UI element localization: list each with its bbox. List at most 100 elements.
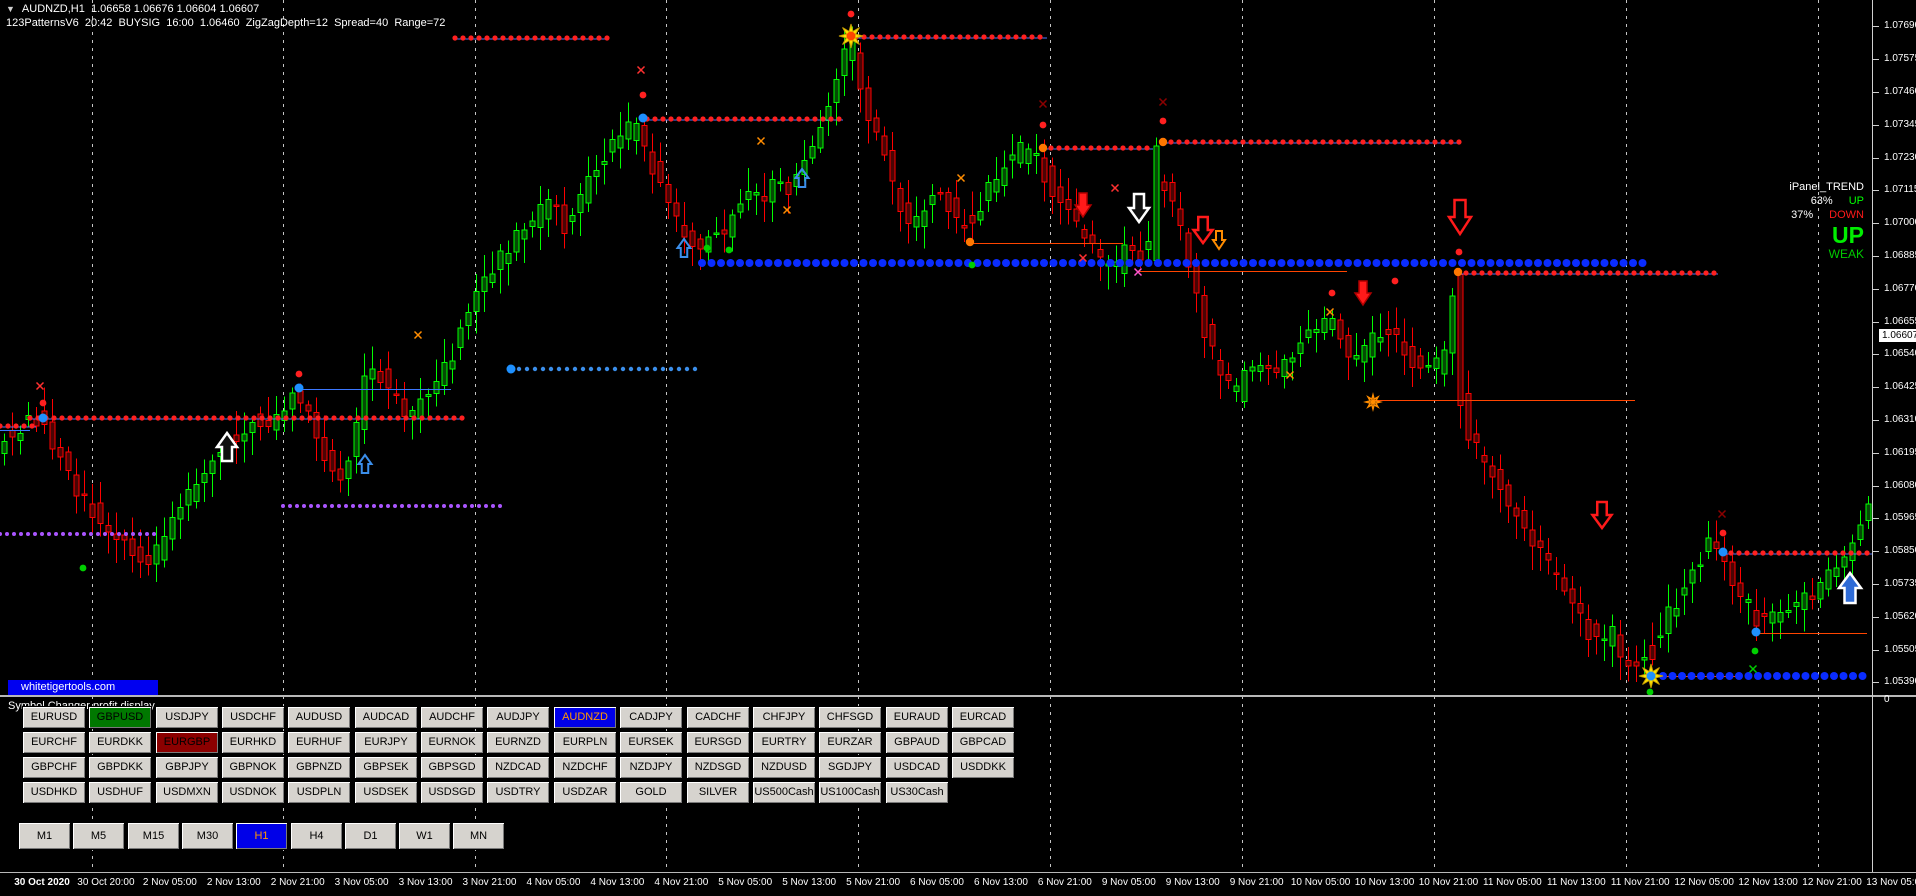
symbol-button-SGDJPY[interactable]: SGDJPY xyxy=(818,756,882,779)
symbol-button-EURPLN[interactable]: EURPLN xyxy=(553,731,617,754)
dotted-level-dot xyxy=(783,259,792,267)
timeframe-button-M5[interactable]: M5 xyxy=(72,822,125,850)
symbol-button-AUDCAD[interactable]: AUDCAD xyxy=(354,706,418,729)
dotted-level-dot xyxy=(323,415,329,421)
symbol-button-EURCHF[interactable]: EURCHF xyxy=(22,731,86,754)
dotted-level-dot xyxy=(395,415,401,421)
symbol-button-EURUSD[interactable]: EURUSD xyxy=(22,706,86,729)
symbol-button-NZDCHF[interactable]: NZDCHF xyxy=(553,756,617,779)
symbol-button-EURTRY[interactable]: EURTRY xyxy=(752,731,816,754)
symbol-button-US100Cash[interactable]: US100Cash xyxy=(818,781,882,804)
symbol-button-GOLD[interactable]: GOLD xyxy=(619,781,683,804)
symbol-button-US500Cash[interactable]: US500Cash xyxy=(752,781,816,804)
symbol-button-EURSEK[interactable]: EURSEK xyxy=(619,731,683,754)
time-axis-label: 11 Nov 13:00 xyxy=(1546,877,1606,888)
symbol-button-USDZAR[interactable]: USDZAR xyxy=(553,781,617,804)
dotted-level-dot xyxy=(152,532,156,536)
candle-body xyxy=(1257,365,1264,372)
symbol-button-SILVER[interactable]: SILVER xyxy=(686,781,750,804)
branding-label[interactable]: whitetigertools.com xyxy=(8,680,158,695)
dotted-level-dot xyxy=(1535,270,1541,276)
symbol-button-EURAUD[interactable]: EURAUD xyxy=(885,706,949,729)
symbol-button-GBPNOK[interactable]: GBPNOK xyxy=(221,756,285,779)
candle-body xyxy=(1625,660,1632,667)
symbol-button-US30Cash[interactable]: US30Cash xyxy=(885,781,949,804)
symbol-button-AUDNZD[interactable]: AUDNZD xyxy=(553,706,617,729)
window-separator[interactable] xyxy=(0,695,1916,697)
symbol-button-USDSGD[interactable]: USDSGD xyxy=(420,781,484,804)
symbol-button-AUDJPY[interactable]: AUDJPY xyxy=(486,706,550,729)
candle-body xyxy=(1265,365,1272,369)
timeframe-button-H1[interactable]: H1 xyxy=(235,822,288,850)
timeframe-button-D1[interactable]: D1 xyxy=(344,822,397,850)
symbol-button-USDMXN[interactable]: USDMXN xyxy=(155,781,219,804)
symbol-button-CHFSGD[interactable]: CHFSGD xyxy=(818,706,882,729)
dotted-level-dot xyxy=(1249,259,1257,267)
symbol-button-USDTRY[interactable]: USDTRY xyxy=(486,781,550,804)
symbol-button-EURHKD[interactable]: EURHKD xyxy=(221,731,285,754)
candle-body xyxy=(1521,510,1528,529)
symbol-button-USDCAD[interactable]: USDCAD xyxy=(885,756,949,779)
candle-body xyxy=(1529,529,1536,547)
symbol-button-GBPUSD[interactable]: GBPUSD xyxy=(88,706,152,729)
symbol-button-AUDUSD[interactable]: AUDUSD xyxy=(287,706,351,729)
symbol-button-GBPSGD[interactable]: GBPSGD xyxy=(420,756,484,779)
dotted-level-dot xyxy=(1429,259,1438,267)
timeframe-button-MN[interactable]: MN xyxy=(452,822,505,850)
symbol-button-CADJPY[interactable]: CADJPY xyxy=(619,706,683,729)
symbol-button-USDCHF[interactable]: USDCHF xyxy=(221,706,285,729)
dotted-level-dot xyxy=(1336,139,1342,145)
price-axis-label: 1.07115 xyxy=(1884,184,1916,195)
symbol-dropdown-icon[interactable]: ▼ xyxy=(6,4,15,14)
candle-body xyxy=(1033,153,1040,156)
symbol-button-USDJPY[interactable]: USDJPY xyxy=(155,706,219,729)
timeframe-button-H4[interactable]: H4 xyxy=(290,822,343,850)
symbol-button-EURZAR[interactable]: EURZAR xyxy=(818,731,882,754)
symbol-button-EURCAD[interactable]: EURCAD xyxy=(951,706,1015,729)
symbol-button-USDNOK[interactable]: USDNOK xyxy=(221,781,285,804)
symbol-button-USDPLN[interactable]: USDPLN xyxy=(287,781,351,804)
symbol-button-EURDKK[interactable]: EURDKK xyxy=(88,731,152,754)
dotted-level-dot xyxy=(736,259,744,267)
symbol-button-CADCHF[interactable]: CADCHF xyxy=(686,706,750,729)
symbol-button-NZDUSD[interactable]: NZDUSD xyxy=(752,756,816,779)
symbol-button-CHFJPY[interactable]: CHFJPY xyxy=(752,706,816,729)
symbol-button-GBPSEK[interactable]: GBPSEK xyxy=(354,756,418,779)
symbol-button-EURSGD[interactable]: EURSGD xyxy=(686,731,750,754)
timeframe-button-M1[interactable]: M1 xyxy=(18,822,71,850)
dotted-level-dot xyxy=(68,532,72,536)
symbol-button-EURGBP[interactable]: EURGBP xyxy=(155,731,219,754)
candle-body xyxy=(1145,241,1152,250)
timeframe-button-W1[interactable]: W1 xyxy=(398,822,451,850)
dotted-level-dot xyxy=(812,259,820,267)
symbol-button-USDDKK[interactable]: USDDKK xyxy=(951,756,1015,779)
symbol-button-NZDCAD[interactable]: NZDCAD xyxy=(486,756,550,779)
symbol-button-NZDJPY[interactable]: NZDJPY xyxy=(619,756,683,779)
symbol-button-USDSEK[interactable]: USDSEK xyxy=(354,781,418,804)
symbol-button-GBPAUD[interactable]: GBPAUD xyxy=(885,731,949,754)
symbol-button-EURHUF[interactable]: EURHUF xyxy=(287,731,351,754)
candle-body xyxy=(193,484,200,502)
symbol-button-USDHUF[interactable]: USDHUF xyxy=(88,781,152,804)
symbol-button-EURNOK[interactable]: EURNOK xyxy=(420,731,484,754)
symbol-button-AUDCHF[interactable]: AUDCHF xyxy=(420,706,484,729)
symbol-button-GBPCHF[interactable]: GBPCHF xyxy=(22,756,86,779)
symbol-button-EURNZD[interactable]: EURNZD xyxy=(486,731,550,754)
symbol-button-GBPDKK[interactable]: GBPDKK xyxy=(88,756,152,779)
timeframe-button-M30[interactable]: M30 xyxy=(181,822,234,850)
dotted-level-dot xyxy=(1678,672,1686,680)
symbol-button-NZDSGD[interactable]: NZDSGD xyxy=(686,756,750,779)
symbol-button-GBPJPY[interactable]: GBPJPY xyxy=(155,756,219,779)
time-axis-label: 6 Nov 13:00 xyxy=(973,877,1028,888)
dotted-level-dot xyxy=(1135,259,1143,267)
symbol-button-USDHKD[interactable]: USDHKD xyxy=(22,781,86,804)
symbol-button-EURJPY[interactable]: EURJPY xyxy=(354,731,418,754)
time-axis-label: 12 Nov 05:00 xyxy=(1674,877,1734,888)
timeframe-button-M15[interactable]: M15 xyxy=(127,822,180,850)
symbol-button-GBPCAD[interactable]: GBPCAD xyxy=(951,731,1015,754)
dotted-level-dot xyxy=(259,415,265,421)
candle-body xyxy=(1297,342,1304,354)
dotted-level-dot xyxy=(1420,259,1428,267)
symbol-button-GBPNZD[interactable]: GBPNZD xyxy=(287,756,351,779)
dotted-level-dot xyxy=(612,366,618,372)
